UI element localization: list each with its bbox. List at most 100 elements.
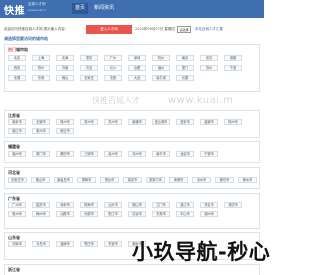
city-link[interactable]: 沧州市 <box>192 177 211 183</box>
city-link[interactable]: 东莞 <box>32 75 50 81</box>
nav-news-link[interactable]: 新闻资讯 <box>94 3 114 14</box>
city-link[interactable]: 邢台市 <box>100 177 119 183</box>
city-link[interactable]: 佛山 <box>56 75 74 81</box>
current-date: 2023年09月07日 星期四 <box>135 27 175 31</box>
city-link[interactable]: 扬州市 <box>224 119 242 125</box>
section-guangdong: 广东省 广州市 韶关市 深圳市 珠海市 汕头市 佛山市 江门市 湛江市 茂名市 肇庆市 惠州市 梅州市… <box>4 193 260 229</box>
city-link[interactable]: 苏州 <box>200 65 218 71</box>
city-link[interactable]: 保定市 <box>123 177 142 183</box>
city-select[interactable]: 请选择 <box>177 26 191 33</box>
city-link[interactable]: 南通市 <box>128 119 146 125</box>
city-link[interactable]: 漳州市 <box>128 151 146 157</box>
city-link[interactable]: 广州 <box>104 55 122 61</box>
enter-site-button[interactable]: 进入人才网 <box>86 25 132 34</box>
ad-banner[interactable]: 快推百城人才 www.kuai.m <box>4 95 260 109</box>
city-link[interactable]: 潮州市 <box>200 211 218 217</box>
city-link[interactable]: 宁德市 <box>200 151 218 157</box>
city-link[interactable]: 阳江市 <box>104 211 122 217</box>
city-link[interactable]: 淄博市 <box>56 241 74 247</box>
city-link[interactable]: 湛江市 <box>176 202 194 208</box>
city-link[interactable]: 石家庄市 <box>8 177 27 183</box>
city-link[interactable]: 重庆 <box>80 55 98 61</box>
city-link[interactable]: 惠州市 <box>8 211 26 217</box>
city-link[interactable]: 武汉 <box>200 55 218 61</box>
city-link[interactable]: 深圳市 <box>56 202 74 208</box>
city-link[interactable]: 杭州 <box>152 55 170 61</box>
city-link[interactable]: 深圳 <box>128 55 146 61</box>
city-link[interactable]: 南京市 <box>8 119 26 125</box>
city-link[interactable]: 宿迁市 <box>56 128 74 134</box>
city-link[interactable]: 镇江市 <box>8 128 26 134</box>
city-link[interactable]: 龙岩市 <box>176 151 194 157</box>
logo-subtitle: 百城人才网 <box>28 2 46 6</box>
city-link[interactable]: 上海 <box>32 55 50 61</box>
logo-url: www.kuai.m <box>28 8 47 12</box>
city-link[interactable]: 衡水市 <box>238 177 257 183</box>
welcome-bar: 欢迎访问快推百城人才网 提示输入内容: 进入人才网 2023年09月07日 星期… <box>4 24 260 36</box>
city-link[interactable]: 无锡市 <box>32 119 50 125</box>
city-link[interactable]: 汕头市 <box>104 202 122 208</box>
city-link[interactable]: 东营市 <box>104 241 122 247</box>
city-link[interactable]: 福州 <box>152 65 170 71</box>
city-link[interactable]: 济南市 <box>8 241 26 247</box>
city-link[interactable]: 江门市 <box>152 202 170 208</box>
city-link[interactable]: 常州市 <box>80 119 98 125</box>
site-logo[interactable]: 快推 <box>4 2 25 17</box>
city-link[interactable]: 石家庄 <box>80 75 98 81</box>
city-link[interactable]: 徐州市 <box>56 119 74 125</box>
city-link[interactable]: 长春 <box>176 75 194 81</box>
city-link[interactable]: 枣庄市 <box>80 241 98 247</box>
city-link[interactable]: 青岛市 <box>32 241 50 247</box>
city-link[interactable]: 泉州市 <box>104 151 122 157</box>
city-link[interactable]: 无锡 <box>8 75 26 81</box>
city-link[interactable]: 南京 <box>176 55 194 61</box>
city-link[interactable]: 大连 <box>128 75 146 81</box>
city-link[interactable]: 汕尾市 <box>56 211 74 217</box>
city-link[interactable]: 东莞市 <box>152 211 170 217</box>
city-link[interactable]: 秦皇岛市 <box>54 177 73 183</box>
city-link[interactable]: 青岛 <box>80 65 98 71</box>
city-link[interactable]: 珠海市 <box>80 202 98 208</box>
city-link[interactable]: 福州市 <box>8 151 26 157</box>
city-link[interactable]: 唐山市 <box>31 177 50 183</box>
city-link[interactable]: 郑州 <box>32 65 50 71</box>
city-link[interactable]: 宁波 <box>224 65 242 71</box>
nav-home-link[interactable]: 首页 <box>72 3 88 14</box>
city-link[interactable]: 合肥 <box>128 65 146 71</box>
city-link[interactable]: 张家口市 <box>146 177 165 183</box>
city-link[interactable]: 天津 <box>56 55 74 61</box>
city-link[interactable]: 韶关市 <box>32 202 50 208</box>
city-link[interactable]: 廊坊市 <box>215 177 234 183</box>
city-link[interactable]: 茂名市 <box>200 202 218 208</box>
city-link[interactable]: 济南 <box>56 65 74 71</box>
section-title: 河北省 <box>8 170 20 175</box>
city-link[interactable]: 佛山市 <box>128 202 146 208</box>
section-title: 热门城市站 <box>8 47 28 52</box>
city-link[interactable]: 广州市 <box>8 202 26 208</box>
city-link[interactable]: 清远市 <box>128 211 146 217</box>
city-link[interactable]: 连云港市 <box>152 119 170 125</box>
city-link[interactable]: 南平市 <box>152 151 170 157</box>
city-link[interactable]: 沈阳 <box>104 75 122 81</box>
city-link[interactable]: 承德市 <box>169 177 188 183</box>
city-link[interactable]: 盐城市 <box>200 119 218 125</box>
city-link[interactable]: 泰州市 <box>32 128 50 134</box>
city-link[interactable]: 厦门 <box>176 65 194 71</box>
city-link[interactable]: 厦门市 <box>32 151 50 157</box>
city-link[interactable]: 中山市 <box>176 211 194 217</box>
city-link[interactable]: 西安 <box>8 65 26 71</box>
city-link[interactable]: 长沙 <box>104 65 122 71</box>
city-link[interactable]: 哈尔滨 <box>152 75 170 81</box>
city-link[interactable]: 淮安市 <box>176 119 194 125</box>
city-link[interactable]: 梅州市 <box>32 211 50 217</box>
top-header: 快推 百城人才网 www.kuai.m 首页 新闻资讯 <box>0 0 264 18</box>
city-link[interactable]: 邯郸市 <box>77 177 96 183</box>
city-link[interactable]: 三明市 <box>80 151 98 157</box>
city-link[interactable]: 北京 <box>8 55 26 61</box>
page-title: 请选择您要访问的城市站 <box>4 36 48 41</box>
city-link[interactable]: 莆田市 <box>56 151 74 157</box>
city-link[interactable]: 肇庆市 <box>224 202 242 208</box>
city-link[interactable]: 成都 <box>224 55 242 61</box>
city-link[interactable]: 河源市 <box>80 211 98 217</box>
city-link[interactable]: 苏州市 <box>104 119 122 125</box>
